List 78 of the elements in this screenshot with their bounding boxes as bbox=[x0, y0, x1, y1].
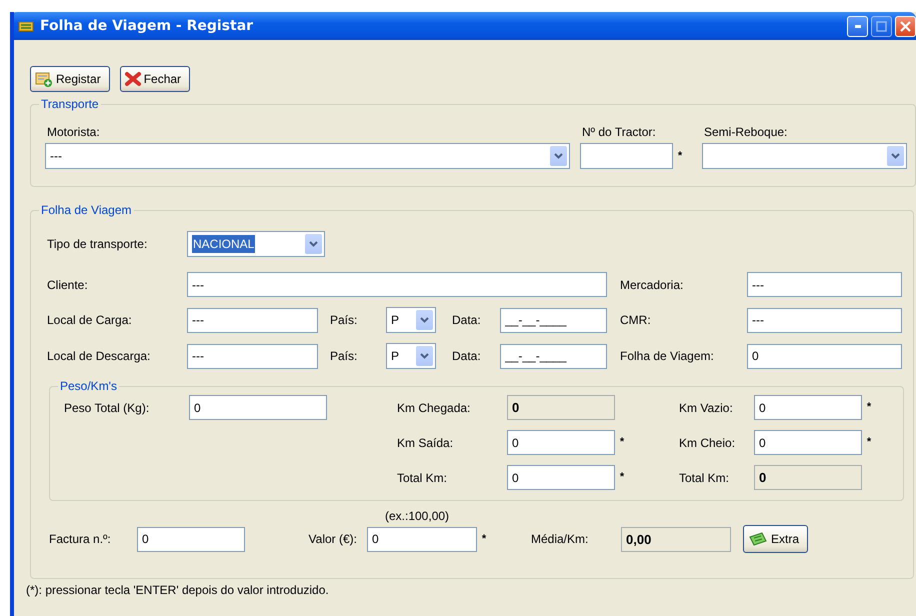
readonly-field[interactable]: 0,00 bbox=[621, 526, 731, 552]
hint-text: (ex.:100,00) bbox=[385, 508, 450, 525]
input-field[interactable] bbox=[580, 143, 673, 169]
close-button[interactable]: Fechar bbox=[120, 66, 190, 92]
field-label: Tipo de transporte: bbox=[47, 236, 148, 253]
field-label: Km Saída: bbox=[397, 434, 454, 452]
field-label: Km Chegada: bbox=[397, 400, 472, 416]
field-label: País: bbox=[330, 348, 358, 365]
field-label: Total Km: bbox=[679, 470, 730, 486]
chevron-down-icon bbox=[420, 353, 429, 359]
field-label: CMR: bbox=[620, 312, 652, 329]
field-label: Média/Km: bbox=[531, 531, 590, 548]
readonly-field[interactable]: 0 bbox=[507, 395, 615, 420]
field-label: Km Cheio: bbox=[679, 434, 736, 452]
app-icon bbox=[18, 19, 34, 33]
readonly-field[interactable]: 0 bbox=[754, 465, 862, 490]
group-title: Transporte bbox=[40, 97, 100, 111]
footnote-text: (*): pressionar tecla 'ENTER' depois do valor introduzido. bbox=[26, 582, 330, 599]
required-marker: * bbox=[866, 400, 872, 416]
ticket-icon bbox=[748, 531, 768, 547]
field-label: Local de Descarga: bbox=[47, 348, 152, 365]
dropdown[interactable]: --- bbox=[45, 143, 570, 169]
required-marker: * bbox=[480, 532, 488, 547]
field-label: Valor (€): bbox=[308, 531, 358, 548]
window-title: Folha de Viagem - Registar bbox=[40, 16, 254, 36]
input-field[interactable]: --- bbox=[747, 272, 902, 297]
input-field[interactable]: 0 bbox=[367, 526, 477, 552]
required-marker: * bbox=[676, 148, 684, 164]
field-label: Folha de Viagem: bbox=[620, 348, 715, 365]
dropdown[interactable]: P bbox=[386, 307, 436, 333]
field-label: Motorista: bbox=[47, 124, 101, 141]
input-field[interactable]: 0 bbox=[507, 430, 615, 455]
input-field[interactable]: --- bbox=[187, 344, 318, 368]
chevron-down-icon bbox=[420, 317, 429, 323]
field-label: Cliente: bbox=[47, 276, 89, 294]
input-field[interactable]: --- bbox=[187, 272, 607, 297]
field-label: Data: bbox=[452, 312, 482, 329]
field-label: Factura n.º: bbox=[49, 531, 112, 548]
field-label: Local de Carga: bbox=[47, 312, 133, 329]
extra-button[interactable]: Extra bbox=[743, 525, 808, 553]
dropdown[interactable] bbox=[702, 143, 907, 169]
field-label: País: bbox=[330, 312, 358, 329]
required-marker: * bbox=[866, 435, 872, 450]
field-label: Total Km: bbox=[397, 470, 448, 486]
group-title: Folha de Viagem bbox=[40, 203, 133, 217]
minimize-icon bbox=[854, 24, 860, 28]
input-field[interactable]: 0 bbox=[137, 526, 245, 552]
input-field[interactable]: __-__-____ bbox=[500, 308, 607, 332]
input-field[interactable]: 0 bbox=[754, 430, 862, 455]
required-marker: * bbox=[618, 470, 626, 486]
chevron-down-icon bbox=[309, 241, 318, 247]
group-title: Peso/Km's bbox=[59, 379, 118, 393]
close-button[interactable] bbox=[895, 16, 916, 36]
input-field[interactable]: 0 bbox=[507, 465, 615, 490]
dropdown[interactable]: P bbox=[386, 343, 436, 369]
maximize-button[interactable] bbox=[871, 16, 892, 36]
chevron-down-icon bbox=[891, 153, 900, 159]
dropdown[interactable]: NACIONAL bbox=[187, 231, 325, 257]
input-field[interactable]: --- bbox=[747, 308, 902, 332]
close-icon bbox=[900, 20, 911, 32]
chevron-down-icon bbox=[554, 153, 563, 159]
document-add-icon bbox=[35, 71, 53, 87]
minimize-button[interactable] bbox=[847, 16, 868, 36]
field-label: Data: bbox=[452, 348, 482, 365]
field-label: Km Vazio: bbox=[679, 400, 734, 416]
input-field[interactable]: __-__-____ bbox=[500, 344, 607, 368]
register-button[interactable]: Registar bbox=[30, 66, 110, 92]
input-field[interactable]: 0 bbox=[189, 395, 327, 420]
field-label: Mercadoria: bbox=[620, 276, 684, 294]
field-label: Semi-Reboque: bbox=[704, 124, 788, 141]
field-label: Peso Total (Kg): bbox=[64, 400, 150, 416]
cross-icon bbox=[124, 71, 141, 87]
field-label: Nº do Tractor: bbox=[582, 124, 657, 141]
input-field[interactable]: 0 bbox=[754, 395, 862, 420]
input-field[interactable]: 0 bbox=[747, 344, 902, 368]
required-marker: * bbox=[618, 435, 626, 450]
maximize-icon bbox=[876, 20, 887, 32]
input-field[interactable]: --- bbox=[187, 308, 318, 332]
